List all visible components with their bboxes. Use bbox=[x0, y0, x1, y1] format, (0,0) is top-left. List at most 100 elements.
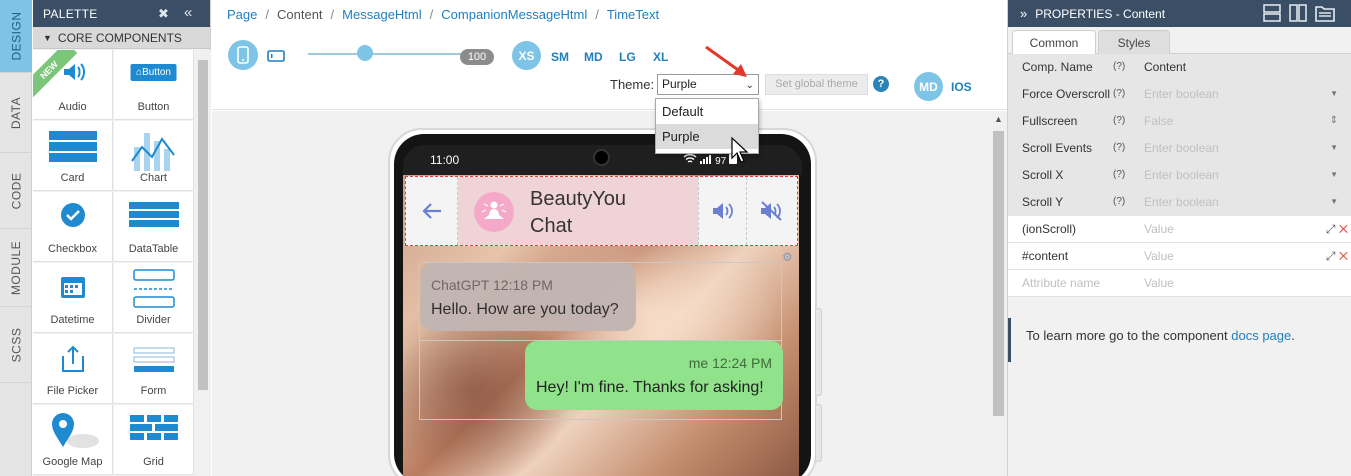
expand-icon[interactable]: ⤢ bbox=[1326, 222, 1336, 236]
mode-ios-button[interactable]: IOS bbox=[951, 80, 972, 94]
palette-section-label: CORE COMPONENTS bbox=[57, 30, 182, 45]
form-icon bbox=[133, 347, 174, 372]
attribute-value-input[interactable]: Value bbox=[1130, 270, 1351, 296]
palette-scroll-thumb[interactable] bbox=[198, 60, 208, 390]
folder-icon[interactable] bbox=[1315, 4, 1335, 22]
mode-md-button[interactable]: MD bbox=[914, 72, 943, 101]
battery-percent: 97 bbox=[715, 156, 727, 167]
palette-scrollbar[interactable] bbox=[195, 50, 211, 476]
palette-item-datatable[interactable]: DataTable bbox=[114, 192, 194, 262]
palette-item-form[interactable]: Form bbox=[114, 334, 194, 404]
palette-item-checkbox[interactable]: Checkbox bbox=[33, 192, 113, 262]
palette-item-chart[interactable]: Chart bbox=[114, 121, 194, 191]
tab-common[interactable]: Common bbox=[1012, 30, 1096, 54]
force-overscroll-select[interactable]: Enter boolean bbox=[1130, 81, 1351, 107]
crumb-timetext[interactable]: TimeText bbox=[607, 7, 659, 22]
meditation-avatar-icon bbox=[474, 192, 514, 232]
size-xs-button[interactable]: XS bbox=[512, 41, 541, 70]
docs-page-link[interactable]: docs page bbox=[1231, 328, 1291, 343]
prop-name: Scroll Y bbox=[1008, 189, 1130, 215]
breadcrumb: Page / Content / MessageHtml / Companion… bbox=[212, 0, 1007, 28]
prop-row-scroll-events: Scroll Events (?) Enter boolean ▼ bbox=[1008, 135, 1351, 162]
prop-help-icon[interactable]: (?) bbox=[1113, 189, 1125, 215]
crumb-page[interactable]: Page bbox=[227, 7, 257, 22]
prop-name: Comp. Name bbox=[1008, 54, 1130, 80]
close-icon[interactable]: ✕ bbox=[1339, 222, 1348, 236]
tab-data[interactable]: DATA bbox=[0, 73, 32, 153]
map-pin-icon bbox=[51, 413, 99, 448]
tab-scss[interactable]: SCSS bbox=[0, 307, 32, 383]
palette-item-audio[interactable]: NEW Audio bbox=[33, 50, 113, 120]
attribute-name-input[interactable]: Attribute name bbox=[1008, 270, 1130, 296]
tab-code[interactable]: CODE bbox=[0, 153, 32, 229]
crumb-companionmessagehtml[interactable]: CompanionMessageHtml bbox=[441, 7, 587, 22]
close-icon[interactable]: ✕ bbox=[1339, 249, 1348, 263]
crumb-messagehtml[interactable]: MessageHtml bbox=[342, 7, 421, 22]
message-bubble-outgoing[interactable]: me 12:24 PM Hey! I'm fine. Thanks for as… bbox=[525, 341, 783, 410]
palette-item-label: Checkbox bbox=[48, 243, 97, 255]
canvas-scroll-thumb[interactable] bbox=[993, 131, 1004, 416]
canvas-scrollbar[interactable]: ▲ bbox=[990, 111, 1007, 476]
chevron-down-icon: ▼ bbox=[1330, 170, 1338, 179]
crumb-content: Content bbox=[277, 6, 323, 22]
back-button[interactable] bbox=[406, 177, 458, 245]
crumb-separator: / bbox=[595, 6, 599, 22]
scroll-y-select[interactable]: Enter boolean bbox=[1130, 189, 1351, 215]
palette-item-datetime[interactable]: Datetime bbox=[33, 263, 113, 333]
help-icon[interactable]: ? bbox=[873, 76, 889, 92]
layout-rows-icon[interactable] bbox=[1263, 4, 1281, 22]
theme-option-default[interactable]: Default bbox=[656, 99, 758, 124]
content-ref-input[interactable]: Value bbox=[1130, 243, 1351, 269]
mute-button[interactable] bbox=[746, 177, 794, 245]
signal-icon bbox=[700, 155, 712, 164]
checkbox-icon bbox=[60, 203, 85, 227]
zoom-slider[interactable] bbox=[308, 53, 463, 55]
tab-styles[interactable]: Styles bbox=[1098, 30, 1170, 54]
tab-scss-label: SCSS bbox=[9, 327, 23, 362]
collapse-panel-icon[interactable]: « bbox=[184, 4, 193, 21]
camera-icon bbox=[593, 149, 610, 166]
prop-help-icon[interactable]: (?) bbox=[1113, 108, 1125, 134]
palette-item-file-picker[interactable]: File Picker bbox=[33, 334, 113, 404]
size-sm-button[interactable]: SM bbox=[551, 50, 569, 64]
size-md-button[interactable]: MD bbox=[584, 50, 603, 64]
tab-design[interactable]: DESIGN bbox=[0, 0, 32, 73]
size-lg-button[interactable]: LG bbox=[619, 50, 636, 64]
layout-columns-icon[interactable] bbox=[1289, 4, 1307, 22]
expand-panel-icon[interactable]: » bbox=[1020, 6, 1027, 21]
prop-help-icon[interactable]: (?) bbox=[1113, 81, 1125, 107]
sound-on-button[interactable] bbox=[698, 177, 746, 245]
fullscreen-select[interactable]: False bbox=[1130, 108, 1351, 134]
chevron-down-icon: ⌄ bbox=[745, 80, 754, 91]
tab-module[interactable]: MODULE bbox=[0, 229, 32, 307]
prop-help-icon[interactable]: (?) bbox=[1113, 135, 1125, 161]
scroll-x-select[interactable]: Enter boolean bbox=[1130, 162, 1351, 188]
collapse-all-icon[interactable]: ✖ bbox=[158, 6, 169, 22]
prop-help-icon[interactable]: (?) bbox=[1113, 162, 1125, 188]
zoom-slider-handle[interactable] bbox=[357, 45, 373, 61]
palette-item-google-map[interactable]: Google Map bbox=[33, 405, 113, 475]
prop-row-fullscreen: Fullscreen (?) False ⇕ bbox=[1008, 108, 1351, 135]
scroll-up-icon[interactable]: ▲ bbox=[994, 114, 1003, 124]
palette-item-button[interactable]: ⌂Button Button bbox=[114, 50, 194, 120]
message-sender: me bbox=[688, 355, 709, 371]
ionscroll-input[interactable]: Value bbox=[1130, 216, 1351, 242]
scroll-events-select[interactable]: Enter boolean bbox=[1130, 135, 1351, 161]
palette-section-core[interactable]: ▼ CORE COMPONENTS bbox=[33, 27, 210, 49]
preview-toolbar: 100 XS SM MD LG XL Theme: Purple ⌄ Set g… bbox=[212, 28, 1007, 110]
message-bubble-incoming[interactable]: ChatGPT 12:18 PM Hello. How are you toda… bbox=[420, 263, 636, 331]
device-phone-button[interactable] bbox=[228, 40, 258, 70]
expand-icon[interactable]: ⤢ bbox=[1326, 249, 1336, 263]
size-xl-button[interactable]: XL bbox=[653, 50, 668, 64]
prop-help-icon[interactable]: (?) bbox=[1113, 54, 1125, 80]
set-global-theme-button[interactable]: Set global theme bbox=[765, 74, 868, 95]
palette-item-grid[interactable]: Grid bbox=[114, 405, 194, 475]
phone-icon bbox=[237, 46, 249, 64]
stepper-icon: ⇕ bbox=[1329, 115, 1338, 126]
gear-icon[interactable]: ⚙ bbox=[782, 250, 793, 264]
theme-select-value: Purple bbox=[662, 77, 697, 91]
device-tablet-icon[interactable] bbox=[267, 50, 285, 62]
palette-item-card[interactable]: Card bbox=[33, 121, 113, 191]
comp-name-input[interactable]: Content bbox=[1130, 54, 1351, 80]
palette-item-divider[interactable]: Divider bbox=[114, 263, 194, 333]
